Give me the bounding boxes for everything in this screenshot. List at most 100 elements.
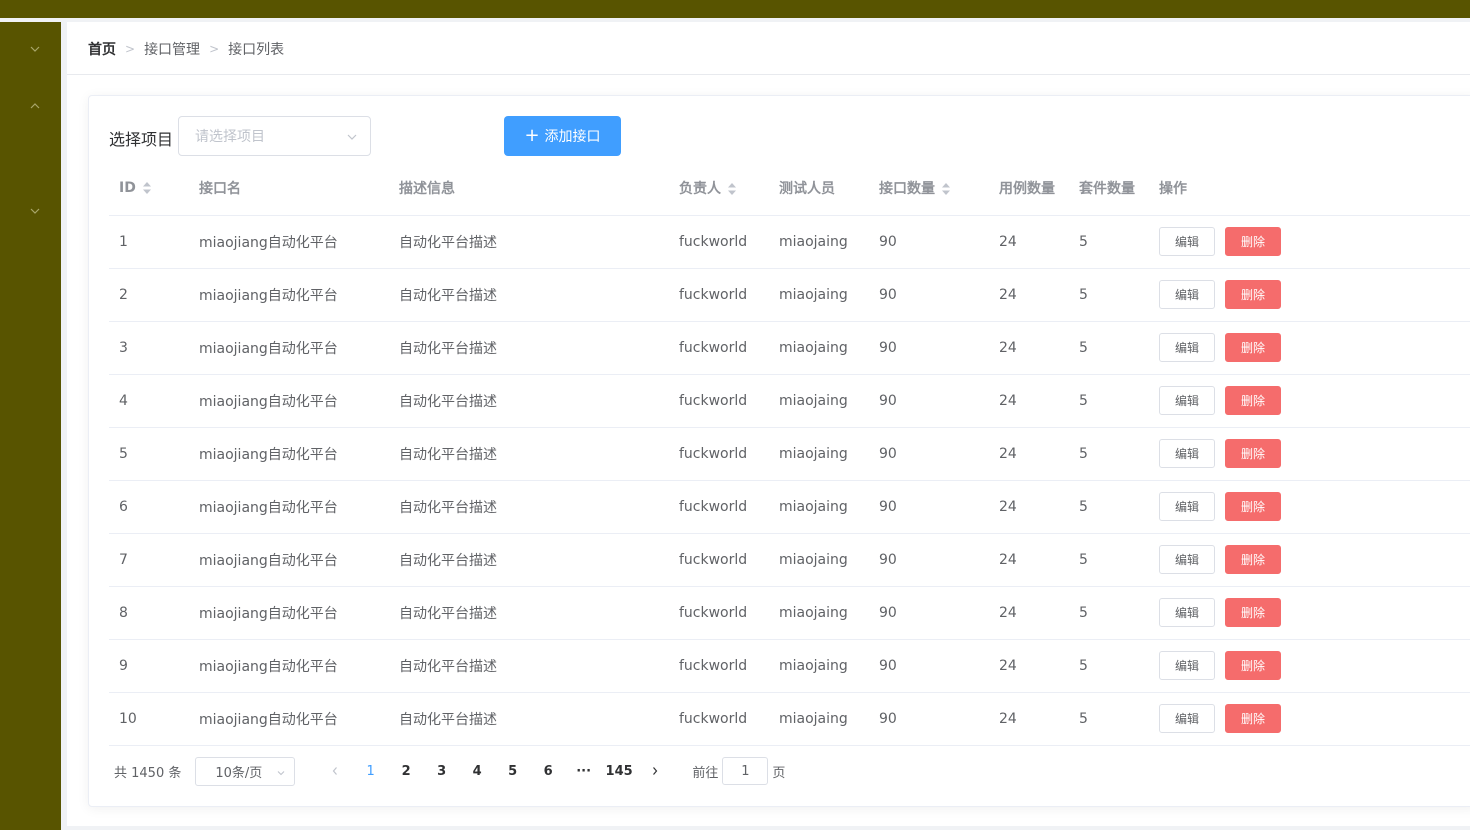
cell-owner: fuckworld	[669, 586, 769, 640]
cell-id: 3	[109, 321, 189, 375]
cell-suite-count: 5	[1069, 586, 1149, 640]
sort-caret-icon[interactable]	[727, 182, 737, 196]
edit-button[interactable]: 编辑	[1159, 280, 1215, 309]
goto-suffix: 页	[772, 765, 786, 781]
chevron-right-icon: >	[125, 42, 136, 56]
table-row: 2 miaojiang自动化平台 自动化平台描述 fuckworld miaojaing…	[109, 268, 1470, 322]
edit-button[interactable]: 编辑	[1159, 492, 1215, 521]
cell-id: 1	[109, 215, 189, 269]
edit-button[interactable]: 编辑	[1159, 545, 1215, 574]
cell-name: miaojiang自动化平台	[189, 321, 389, 375]
column-header-case-count: 用例数量	[989, 162, 1069, 216]
cell-tester: miaojaing	[769, 321, 869, 375]
edit-button[interactable]: 编辑	[1159, 333, 1215, 362]
cell-actions: 编辑 删除	[1149, 215, 1470, 269]
cell-description: 自动化平台描述	[389, 215, 669, 269]
cell-case-count: 24	[989, 427, 1069, 481]
cell-actions: 编辑 删除	[1149, 374, 1470, 428]
cell-name: miaojiang自动化平台	[189, 586, 389, 640]
cell-case-count: 24	[989, 268, 1069, 322]
page-ellipsis[interactable]: ···	[566, 757, 602, 785]
prev-page-button[interactable]	[317, 757, 353, 785]
cell-suite-count: 5	[1069, 427, 1149, 481]
column-header-label: 测试人员	[779, 181, 835, 198]
column-header-id[interactable]: ID	[109, 162, 189, 216]
cell-tester: miaojaing	[769, 480, 869, 534]
cell-id: 9	[109, 639, 189, 693]
chevron-right-icon	[652, 767, 657, 775]
cell-owner: fuckworld	[669, 692, 769, 746]
page-number-button[interactable]: 5	[495, 757, 531, 785]
delete-button[interactable]: 删除	[1225, 439, 1281, 468]
cell-interface-count: 90	[869, 374, 989, 428]
sort-caret-icon[interactable]	[142, 181, 152, 195]
edit-button[interactable]: 编辑	[1159, 651, 1215, 680]
chevron-up-icon[interactable]	[28, 99, 42, 113]
cell-description: 自动化平台描述	[389, 268, 669, 322]
edit-button[interactable]: 编辑	[1159, 386, 1215, 415]
page-number-button[interactable]: 6	[530, 757, 566, 785]
edit-button[interactable]: 编辑	[1159, 227, 1215, 256]
cell-interface-count: 90	[869, 215, 989, 269]
page-number-button[interactable]: 145	[601, 757, 637, 785]
delete-button[interactable]: 删除	[1225, 492, 1281, 521]
edit-button[interactable]: 编辑	[1159, 439, 1215, 468]
column-header-interface-count[interactable]: 接口数量	[869, 162, 989, 216]
cell-owner: fuckworld	[669, 639, 769, 693]
delete-button[interactable]: 删除	[1225, 333, 1281, 362]
page-size-select[interactable]: 10条/页	[195, 756, 296, 786]
delete-button[interactable]: 删除	[1225, 545, 1281, 574]
column-header-label: ID	[119, 180, 136, 197]
delete-button[interactable]: 删除	[1225, 227, 1281, 256]
cell-name: miaojiang自动化平台	[189, 427, 389, 481]
top-header-bar	[0, 0, 1470, 18]
chevron-down-icon[interactable]	[28, 42, 42, 56]
column-header-label: 用例数量	[999, 181, 1055, 198]
cell-case-count: 24	[989, 321, 1069, 375]
page-number-button[interactable]: 3	[424, 757, 460, 785]
breadcrumb-divider	[67, 74, 1470, 75]
cell-tester: miaojaing	[769, 639, 869, 693]
cell-tester: miaojaing	[769, 533, 869, 587]
plus-icon: +	[524, 125, 540, 146]
cell-actions: 编辑 删除	[1149, 321, 1470, 375]
edit-button[interactable]: 编辑	[1159, 598, 1215, 627]
chevron-right-icon: >	[209, 42, 220, 56]
page-number-button[interactable]: 1	[353, 757, 389, 785]
delete-button[interactable]: 删除	[1225, 651, 1281, 680]
project-select[interactable]: 请选择项目	[178, 116, 371, 156]
cell-id: 4	[109, 374, 189, 428]
delete-button[interactable]: 删除	[1225, 280, 1281, 309]
edit-button[interactable]: 编辑	[1159, 704, 1215, 733]
cell-id: 8	[109, 586, 189, 640]
goto-page-input[interactable]: 1	[722, 757, 769, 785]
cell-case-count: 24	[989, 374, 1069, 428]
cell-interface-count: 90	[869, 586, 989, 640]
table-row: 1 miaojiang自动化平台 自动化平台描述 fuckworld miaojaing…	[109, 215, 1470, 269]
breadcrumb-section[interactable]: 接口管理	[144, 39, 200, 59]
table-header-row: ID 接口名 描述信息 负责人 测试人员 接口数量 用例数量 套件数量 操作	[109, 162, 1470, 216]
column-header-owner[interactable]: 负责人	[669, 162, 769, 216]
delete-button[interactable]: 删除	[1225, 386, 1281, 415]
cell-suite-count: 5	[1069, 692, 1149, 746]
next-page-button[interactable]	[637, 757, 673, 785]
add-interface-label: 添加接口	[544, 129, 601, 145]
cell-name: miaojiang自动化平台	[189, 480, 389, 534]
page-number-button[interactable]: 2	[388, 757, 424, 785]
page-number-list: 1 2 3 4 5 6 ··· 145	[353, 757, 637, 785]
add-interface-button[interactable]: + 添加接口	[504, 116, 621, 156]
cell-suite-count: 5	[1069, 215, 1149, 269]
cell-name: miaojiang自动化平台	[189, 692, 389, 746]
cell-actions: 编辑 删除	[1149, 268, 1470, 322]
delete-button[interactable]: 删除	[1225, 704, 1281, 733]
table-row: 8 miaojiang自动化平台 自动化平台描述 fuckworld miaojaing…	[109, 586, 1470, 640]
page-number-button[interactable]: 4	[459, 757, 495, 785]
chevron-down-icon[interactable]	[28, 204, 42, 218]
pagination: 共 1450 条 10条/页 1 2 3 4 5 6 ··· 145 前往 1 页	[114, 756, 785, 786]
delete-button[interactable]: 删除	[1225, 598, 1281, 627]
sort-caret-icon[interactable]	[941, 182, 951, 196]
column-header-label: 接口名	[199, 181, 241, 198]
cell-suite-count: 5	[1069, 533, 1149, 587]
cell-suite-count: 5	[1069, 639, 1149, 693]
breadcrumb-home[interactable]: 首页	[88, 39, 116, 59]
